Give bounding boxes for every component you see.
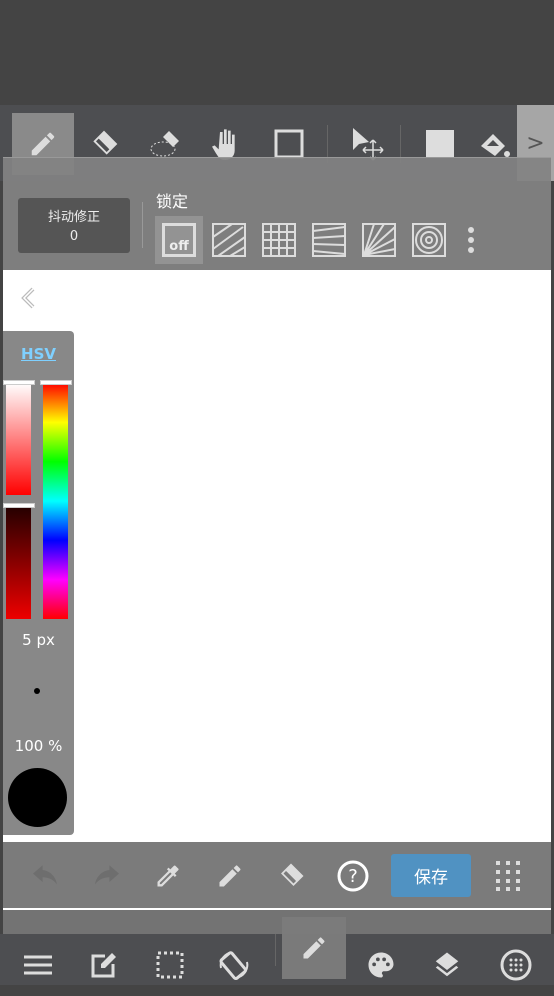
eraser-icon [93,130,118,155]
eyedropper-button[interactable] [148,856,188,896]
palette-icon [368,952,394,978]
lock-grid-button[interactable] [255,216,303,264]
help-circle-icon: ? [337,860,369,892]
off-label: off [162,223,196,257]
lasso-eraser-icon [150,131,179,157]
more-vertical-icon [468,227,474,253]
help-button[interactable]: ? [333,856,373,896]
pencil-icon [303,937,325,959]
stabilizer-value: 0 [69,229,79,244]
square-outline-icon [274,129,304,159]
filled-square-icon [426,130,454,158]
parallel-lines-icon [212,223,246,257]
eyedropper-icon [157,865,179,887]
lock-perspective-button[interactable] [305,216,353,264]
nav-selection[interactable] [138,934,202,996]
redo-icon [95,865,119,885]
nav-rotate[interactable] [202,934,266,996]
opacity-label[interactable]: 100 % [3,737,74,755]
undo-icon [33,865,57,885]
save-button[interactable]: 保存 [391,854,471,897]
lock-off-button[interactable]: off [155,216,203,264]
pencil-icon [219,865,241,887]
collapse-panel-button[interactable] [19,286,39,314]
nav-layers[interactable] [415,934,479,996]
stabilizer-button[interactable]: 抖动修正 0 [18,198,130,253]
bottom-navigation [0,917,554,985]
grid-icon [262,223,296,257]
dots-grid-icon [496,861,520,891]
nav-menu[interactable] [6,934,70,996]
dashed-selection-icon [156,951,184,979]
lock-parallel-button[interactable] [205,216,253,264]
layers-icon [435,952,459,977]
pen-button[interactable] [210,856,250,896]
eraser-icon [281,863,304,886]
double-chevron-left-icon [21,287,35,309]
hamburger-menu-icon [24,955,52,975]
stabilizer-label: 抖动修正 [47,210,100,225]
current-color-swatch[interactable] [8,768,67,827]
value-handle[interactable] [3,503,35,508]
edit-square-icon [91,953,116,978]
lock-panel: 抖动修正 0 锁定 off [3,157,551,270]
radial-lines-icon [362,223,396,257]
brush-size-preview [34,688,40,694]
more-grid-button[interactable] [488,856,528,896]
brush-size-label[interactable]: 5 px [3,631,74,649]
svg-text:?: ? [348,866,358,887]
dotted-circle-icon [500,949,532,981]
undo-button[interactable] [25,856,65,896]
chevron-right-icon: > [526,130,545,156]
saturation-slider[interactable] [6,383,31,495]
hue-handle[interactable] [40,380,72,385]
saturation-handle[interactable] [3,380,35,385]
nav-palette[interactable] [349,934,413,996]
lock-concentric-button[interactable] [405,216,453,264]
drawing-canvas[interactable] [3,270,551,842]
value-slider[interactable] [6,505,31,619]
nav-edit[interactable] [72,934,136,996]
eraser-button[interactable] [271,856,311,896]
overlay-strip [3,910,551,934]
lock-radial-button[interactable] [355,216,403,264]
bottom-toolbar: ? 保存 [3,842,551,908]
lock-label: 锁定 [156,192,189,211]
color-panel: HSV 5 px 100 % [3,331,74,835]
color-mode-toggle[interactable]: HSV [3,345,74,363]
concentric-circles-icon [412,223,446,257]
paint-bucket-icon [481,134,510,157]
nav-material[interactable] [484,934,548,996]
redo-button[interactable] [87,856,127,896]
pencil-icon [31,132,55,156]
lock-more-button[interactable] [451,216,491,264]
perspective-lines-icon [312,223,346,257]
hue-slider[interactable] [43,383,68,619]
screen-rotation-icon [219,951,249,981]
